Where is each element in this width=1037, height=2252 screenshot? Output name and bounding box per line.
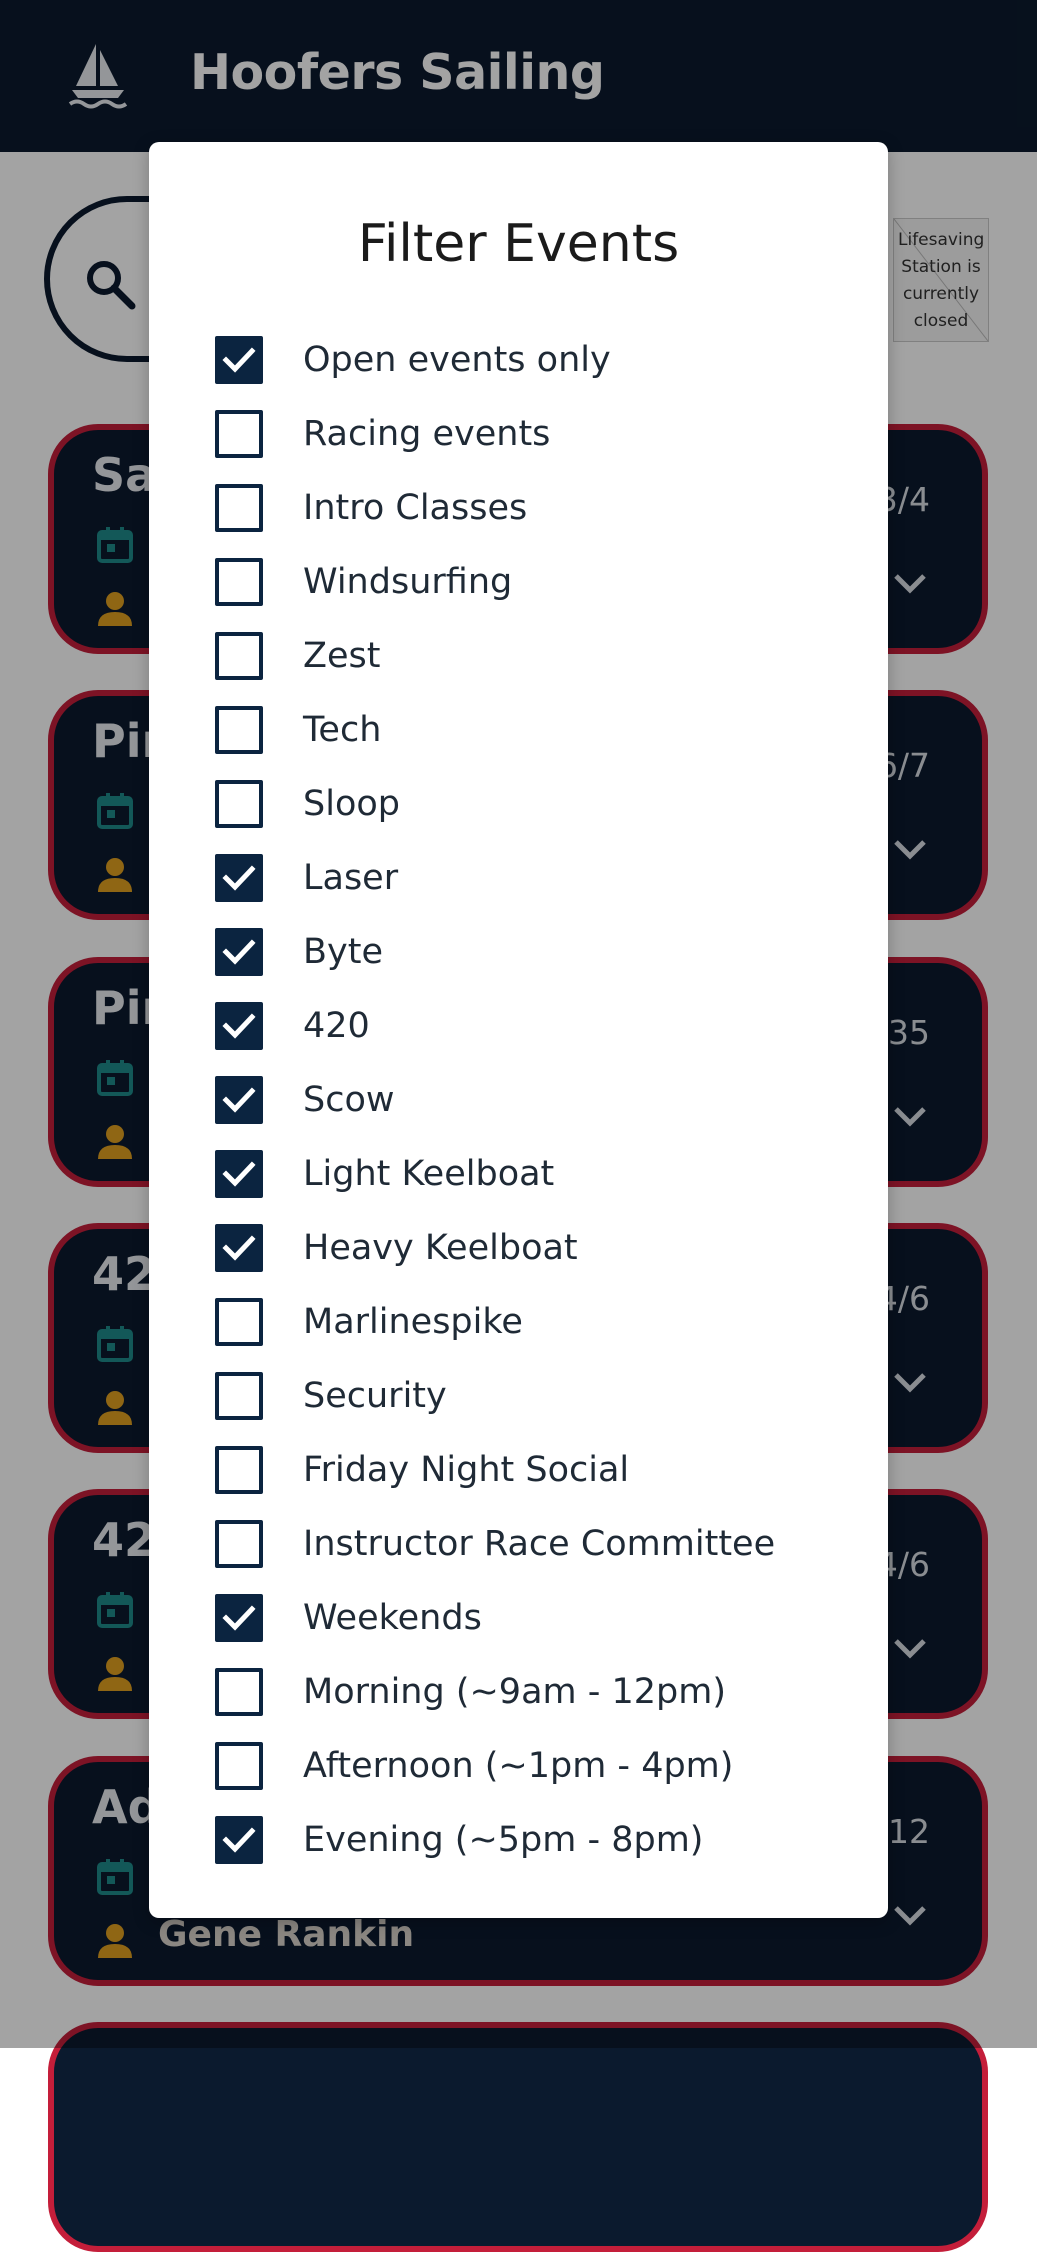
checkbox-unchecked[interactable]	[215, 1298, 263, 1346]
checkbox-unchecked[interactable]	[215, 484, 263, 532]
checkmark-icon	[222, 1013, 256, 1039]
dialog-title: Filter Events	[357, 214, 680, 274]
filter-option[interactable]: Afternoon (~1pm - 4pm)	[215, 1738, 733, 1794]
filter-option-label: Light Keelboat	[303, 1154, 555, 1194]
filter-option-label: Marlinespike	[303, 1302, 523, 1342]
filter-option[interactable]: Weekends	[215, 1590, 482, 1646]
filter-option-label: Afternoon (~1pm - 4pm)	[303, 1746, 734, 1786]
checkbox-checked[interactable]	[215, 854, 263, 902]
filter-option-label: Byte	[303, 932, 383, 972]
filter-option[interactable]: Zest	[215, 628, 380, 684]
checkmark-icon	[222, 1087, 256, 1113]
checkmark-icon	[222, 1161, 256, 1187]
checkbox-checked[interactable]	[215, 1594, 263, 1642]
filter-option-label: Sloop	[303, 784, 400, 824]
filter-option-label: Morning (~9am - 12pm)	[303, 1672, 726, 1712]
checkbox-checked[interactable]	[215, 336, 263, 384]
filter-option-label: Evening (~5pm - 8pm)	[303, 1820, 704, 1860]
filter-option[interactable]: Sloop	[215, 776, 400, 832]
checkbox-unchecked[interactable]	[215, 632, 263, 680]
filter-option-label: Open events only	[303, 340, 611, 380]
checkbox-checked[interactable]	[215, 928, 263, 976]
checkbox-unchecked[interactable]	[215, 706, 263, 754]
filter-option-label: 420	[303, 1006, 370, 1046]
filter-option[interactable]: Open events only	[215, 332, 611, 388]
filter-option[interactable]: Evening (~5pm - 8pm)	[215, 1812, 703, 1868]
checkbox-unchecked[interactable]	[215, 780, 263, 828]
filter-option-label: Scow	[303, 1080, 395, 1120]
event-card[interactable]	[48, 2022, 988, 2252]
checkbox-checked[interactable]	[215, 1150, 263, 1198]
filter-option[interactable]: Scow	[215, 1072, 395, 1128]
checkmark-icon	[222, 865, 256, 891]
filter-option-label: Zest	[303, 636, 381, 676]
filter-option[interactable]: Security	[215, 1368, 447, 1424]
checkbox-checked[interactable]	[215, 1076, 263, 1124]
filter-option[interactable]: Instructor Race Committee	[215, 1516, 775, 1572]
filter-option[interactable]: Intro Classes	[215, 480, 527, 536]
filter-option-label: Friday Night Social	[303, 1450, 630, 1490]
filter-option-label: Tech	[303, 710, 382, 750]
filter-option[interactable]: Byte	[215, 924, 383, 980]
filter-option[interactable]: Light Keelboat	[215, 1146, 554, 1202]
filter-option-label: Heavy Keelboat	[303, 1228, 578, 1268]
checkbox-unchecked[interactable]	[215, 558, 263, 606]
checkmark-icon	[222, 939, 256, 965]
filter-option-label: Intro Classes	[303, 488, 528, 528]
filter-option[interactable]: Heavy Keelboat	[215, 1220, 578, 1276]
checkmark-icon	[222, 347, 256, 373]
filter-option-label: Racing events	[303, 414, 551, 454]
checkbox-checked[interactable]	[215, 1002, 263, 1050]
filter-option-label: Instructor Race Committee	[303, 1524, 776, 1564]
filter-option[interactable]: Morning (~9am - 12pm)	[215, 1664, 726, 1720]
filter-option-label: Windsurfing	[303, 562, 513, 602]
filter-option-label: Security	[303, 1376, 447, 1416]
checkmark-icon	[222, 1827, 256, 1853]
filter-option[interactable]: Laser	[215, 850, 398, 906]
checkbox-checked[interactable]	[215, 1816, 263, 1864]
filter-option-label: Weekends	[303, 1598, 482, 1638]
filter-option[interactable]: Friday Night Social	[215, 1442, 629, 1498]
filter-option[interactable]: Racing events	[215, 406, 550, 462]
checkmark-icon	[222, 1235, 256, 1261]
checkbox-unchecked[interactable]	[215, 1446, 263, 1494]
checkbox-unchecked[interactable]	[215, 1520, 263, 1568]
filter-events-dialog: Filter Events Open events only Racing eve…	[149, 142, 888, 1918]
checkmark-icon	[222, 1605, 256, 1631]
checkbox-unchecked[interactable]	[215, 1742, 263, 1790]
checkbox-unchecked[interactable]	[215, 1372, 263, 1420]
checkbox-unchecked[interactable]	[215, 410, 263, 458]
filter-option[interactable]: Marlinespike	[215, 1294, 523, 1350]
filter-option-label: Laser	[303, 858, 399, 898]
filter-option[interactable]: Tech	[215, 702, 381, 758]
checkbox-unchecked[interactable]	[215, 1668, 263, 1716]
checkbox-checked[interactable]	[215, 1224, 263, 1272]
filter-option[interactable]: 420	[215, 998, 370, 1054]
filter-option[interactable]: Windsurfing	[215, 554, 512, 610]
